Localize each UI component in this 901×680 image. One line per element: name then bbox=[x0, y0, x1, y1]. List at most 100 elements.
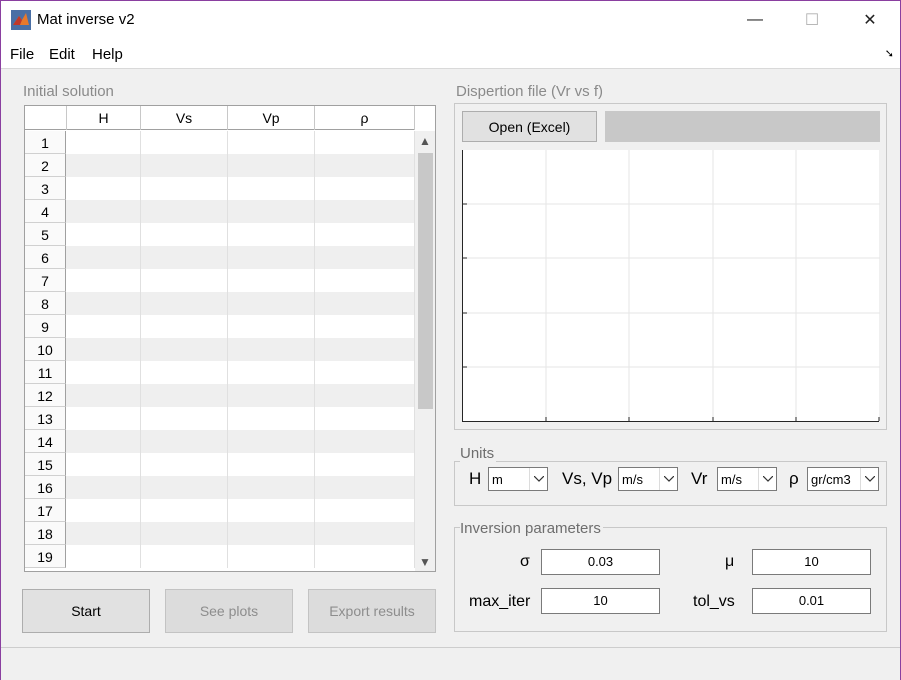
tol-vs-input[interactable]: 0.01 bbox=[752, 588, 871, 614]
table-cell[interactable] bbox=[67, 430, 141, 453]
table-cell[interactable] bbox=[315, 131, 415, 154]
table-cell[interactable] bbox=[315, 476, 415, 499]
table-cell[interactable] bbox=[67, 246, 141, 269]
close-button[interactable]: ✕ bbox=[841, 1, 899, 39]
column-header-vp[interactable]: Vp bbox=[228, 106, 315, 130]
table-cell[interactable] bbox=[228, 361, 315, 384]
table-cell[interactable] bbox=[141, 522, 228, 545]
table-cell[interactable] bbox=[315, 384, 415, 407]
table-cell[interactable] bbox=[67, 384, 141, 407]
table-cell[interactable] bbox=[228, 476, 315, 499]
column-header-rho[interactable]: ρ bbox=[315, 106, 415, 130]
open-excel-button[interactable]: Open (Excel) bbox=[462, 111, 597, 142]
table-cell[interactable] bbox=[315, 522, 415, 545]
mu-input[interactable]: 10 bbox=[752, 549, 871, 575]
table-cell[interactable] bbox=[141, 361, 228, 384]
column-header-h[interactable]: H bbox=[67, 106, 141, 130]
menu-edit[interactable]: Edit bbox=[49, 46, 75, 63]
table-cell[interactable] bbox=[67, 361, 141, 384]
table-cell[interactable] bbox=[67, 131, 141, 154]
scroll-up-icon[interactable]: ▲ bbox=[419, 134, 431, 148]
table-cell[interactable] bbox=[67, 407, 141, 430]
table-cell[interactable] bbox=[141, 384, 228, 407]
table-cell[interactable] bbox=[315, 200, 415, 223]
table-cell[interactable] bbox=[315, 292, 415, 315]
table-cell[interactable] bbox=[228, 499, 315, 522]
table-cell[interactable] bbox=[67, 476, 141, 499]
table-cell[interactable] bbox=[228, 453, 315, 476]
table-cell[interactable] bbox=[67, 453, 141, 476]
table-cell[interactable] bbox=[315, 315, 415, 338]
menu-help[interactable]: Help bbox=[92, 46, 123, 63]
start-button[interactable]: Start bbox=[22, 589, 150, 633]
table-cell[interactable] bbox=[228, 545, 315, 568]
menu-file[interactable]: File bbox=[10, 46, 34, 63]
table-cell[interactable] bbox=[141, 476, 228, 499]
table-cell[interactable] bbox=[315, 269, 415, 292]
table-cell[interactable] bbox=[141, 453, 228, 476]
table-cell[interactable] bbox=[67, 269, 141, 292]
table-cell[interactable] bbox=[315, 453, 415, 476]
table-cell[interactable] bbox=[228, 246, 315, 269]
table-cell[interactable] bbox=[315, 223, 415, 246]
table-cell[interactable] bbox=[228, 522, 315, 545]
table-cell[interactable] bbox=[315, 407, 415, 430]
sigma-input[interactable]: 0.03 bbox=[541, 549, 660, 575]
minimize-button[interactable]: — bbox=[726, 1, 784, 39]
table-cell[interactable] bbox=[141, 545, 228, 568]
column-header-vs[interactable]: Vs bbox=[141, 106, 228, 130]
table-cell[interactable] bbox=[228, 338, 315, 361]
table-cell[interactable] bbox=[228, 269, 315, 292]
scroll-down-icon[interactable]: ▼ bbox=[419, 555, 431, 569]
table-cell[interactable] bbox=[228, 223, 315, 246]
export-results-button[interactable]: Export results bbox=[308, 589, 436, 633]
table-cell[interactable] bbox=[141, 338, 228, 361]
table-cell[interactable] bbox=[67, 545, 141, 568]
table-cell[interactable] bbox=[141, 177, 228, 200]
table-cell[interactable] bbox=[141, 269, 228, 292]
max-iter-input[interactable]: 10 bbox=[541, 588, 660, 614]
table-cell[interactable] bbox=[141, 315, 228, 338]
table-cell[interactable] bbox=[315, 499, 415, 522]
table-cell[interactable] bbox=[141, 246, 228, 269]
table-scrollbar[interactable]: ▲ ▼ bbox=[415, 131, 435, 571]
table-cell[interactable] bbox=[228, 177, 315, 200]
rho-unit-select[interactable]: gr/cm3 bbox=[807, 467, 879, 491]
table-cell[interactable] bbox=[141, 430, 228, 453]
table-cell[interactable] bbox=[67, 223, 141, 246]
table-cell[interactable] bbox=[141, 154, 228, 177]
table-cell[interactable] bbox=[228, 430, 315, 453]
table-cell[interactable] bbox=[67, 522, 141, 545]
h-unit-select[interactable]: m bbox=[488, 467, 548, 491]
table-cell[interactable] bbox=[141, 407, 228, 430]
table-cell[interactable] bbox=[315, 361, 415, 384]
table-cell[interactable] bbox=[141, 131, 228, 154]
table-cell[interactable] bbox=[141, 200, 228, 223]
vr-unit-select[interactable]: m/s bbox=[717, 467, 777, 491]
scrollbar-thumb[interactable] bbox=[418, 153, 433, 409]
initial-solution-table[interactable]: H Vs Vp ρ 1 2 3 4 5 6 7 8 9 10 11 12 13 14 15 16 17 18 19 … bbox=[24, 105, 436, 572]
table-cell[interactable] bbox=[228, 292, 315, 315]
dock-arrow-icon[interactable]: ➘ bbox=[885, 47, 894, 60]
table-cell[interactable] bbox=[315, 430, 415, 453]
table-cell[interactable] bbox=[141, 292, 228, 315]
table-cell[interactable] bbox=[228, 131, 315, 154]
table-cell[interactable] bbox=[315, 338, 415, 361]
table-cell[interactable] bbox=[67, 499, 141, 522]
table-cell[interactable] bbox=[67, 177, 141, 200]
vsvp-unit-select[interactable]: m/s bbox=[618, 467, 678, 491]
table-cell[interactable] bbox=[315, 177, 415, 200]
table-cell[interactable] bbox=[67, 200, 141, 223]
table-cell[interactable] bbox=[141, 499, 228, 522]
table-cell[interactable] bbox=[67, 315, 141, 338]
table-cell[interactable] bbox=[67, 154, 141, 177]
table-cell[interactable] bbox=[67, 292, 141, 315]
table-cell[interactable] bbox=[228, 384, 315, 407]
table-cell[interactable] bbox=[228, 154, 315, 177]
see-plots-button[interactable]: See plots bbox=[165, 589, 293, 633]
table-cell[interactable] bbox=[228, 315, 315, 338]
table-cell[interactable] bbox=[67, 338, 141, 361]
table-cell[interactable] bbox=[141, 223, 228, 246]
table-cell[interactable] bbox=[315, 246, 415, 269]
table-cell[interactable] bbox=[315, 545, 415, 568]
